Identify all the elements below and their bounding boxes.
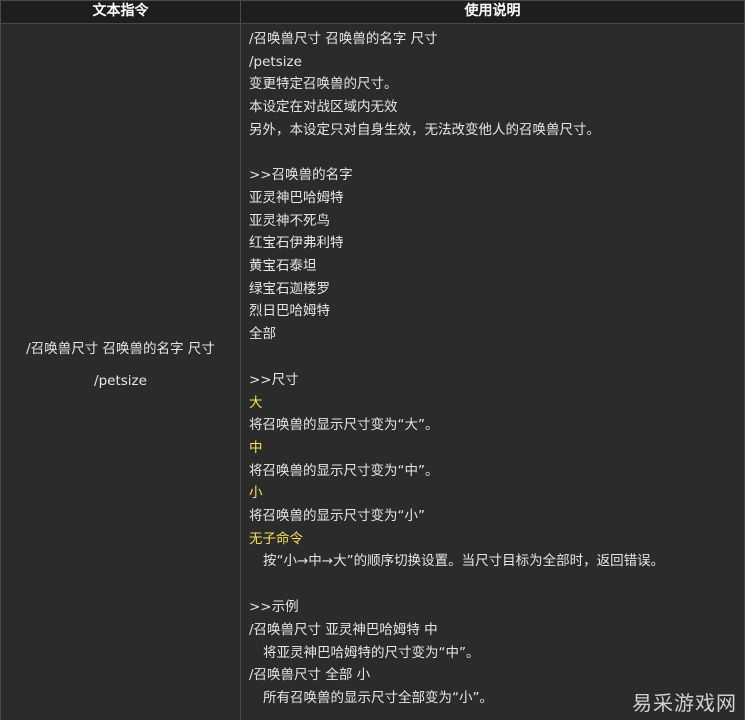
example-command: /召唤兽尺寸 亚灵神巴哈姆特 中	[249, 622, 438, 638]
usage-line: /petsize	[249, 54, 302, 70]
usage-line: 将召唤兽的显示尺寸变为“小”	[249, 508, 425, 524]
usage-line: 亚灵神巴哈姆特	[249, 190, 344, 206]
usage-cell: /召唤兽尺寸 召唤兽的名字 尺寸 /petsize 变更特定召唤兽的尺寸。 本设…	[241, 24, 744, 720]
usage-line: 变更特定召唤兽的尺寸。	[249, 76, 398, 92]
usage-line: 全部	[249, 326, 276, 342]
usage-line: 将召唤兽的显示尺寸变为“中”。	[249, 463, 439, 479]
header-usage: 使用说明	[464, 3, 521, 19]
command-alias: /petsize	[94, 373, 147, 389]
usage-line: 亚灵神不死鸟	[249, 213, 330, 229]
example-description: 所有召唤兽的显示尺寸全部变为“小”。	[263, 690, 493, 706]
table-header: 文本指令 使用说明	[1, 1, 744, 24]
usage-line: 本设定在对战区域内无效	[249, 99, 398, 115]
section-heading: >>尺寸	[249, 372, 299, 388]
example-description: 将亚灵神巴哈姆特的尺寸变为“中”。	[263, 645, 480, 661]
usage-line: 另外，本设定只对自身生效，无法改变他人的召唤兽尺寸。	[249, 122, 600, 138]
section-heading: >>召唤兽的名字	[249, 167, 353, 183]
command-table: 文本指令 使用说明 /召唤兽尺寸 召唤兽的名字 尺寸 /petsize /召唤兽…	[0, 0, 745, 720]
size-option-large: 大	[249, 395, 263, 411]
size-option-medium: 中	[249, 440, 263, 456]
usage-line: 将召唤兽的显示尺寸变为“大”。	[249, 417, 439, 433]
command-cell: /召唤兽尺寸 召唤兽的名字 尺寸 /petsize	[1, 24, 241, 720]
usage-line: 绿宝石迦楼罗	[249, 281, 330, 297]
site-watermark: 易采游戏网	[632, 691, 737, 715]
usage-line: /召唤兽尺寸 召唤兽的名字 尺寸	[249, 31, 438, 47]
usage-line: 按“小→中→大”的顺序切换设置。当尺寸目标为全部时，返回错误。	[263, 553, 665, 569]
header-command: 文本指令	[1, 1, 241, 23]
section-heading: >>示例	[249, 599, 299, 615]
size-option-none: 无子命令	[249, 531, 303, 547]
command-text: /召唤兽尺寸 召唤兽的名字 尺寸	[26, 341, 215, 357]
size-option-small: 小	[249, 485, 263, 501]
usage-line: 黄宝石泰坦	[249, 258, 317, 274]
usage-line: 烈日巴哈姆特	[249, 303, 330, 319]
example-command: /召唤兽尺寸 全部 小	[249, 667, 371, 683]
usage-line: 红宝石伊弗利特	[249, 235, 344, 251]
